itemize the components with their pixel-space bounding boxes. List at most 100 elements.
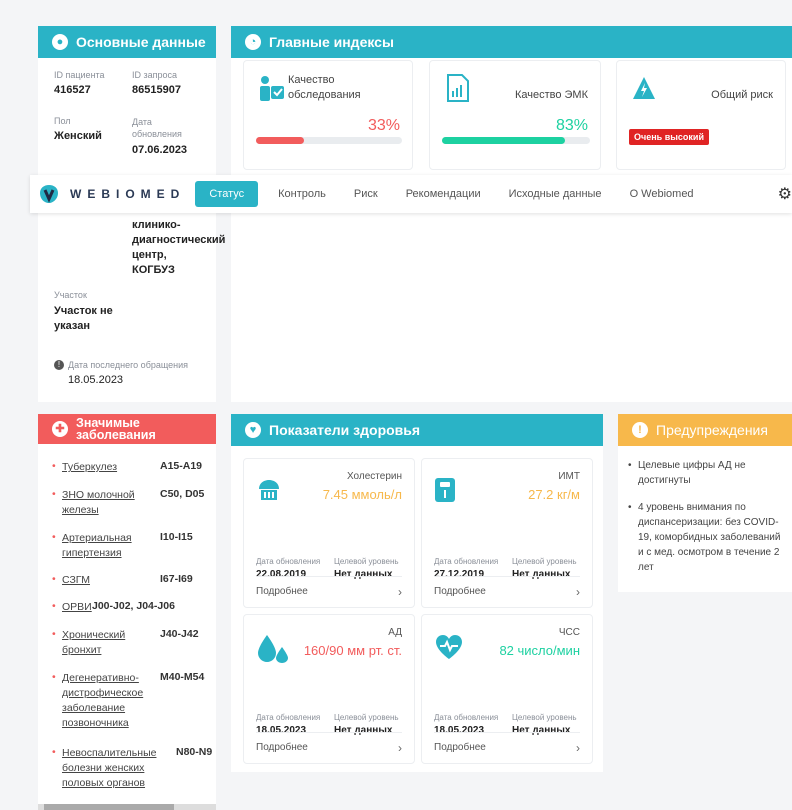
cupcake-icon	[259, 480, 279, 500]
more-link[interactable]: Подробнее	[256, 586, 308, 597]
heart-plus-icon: ✚	[52, 421, 68, 437]
last-visit-label: Дата последнего обращения	[68, 360, 189, 370]
disease-name[interactable]: СЗГМ	[62, 573, 162, 588]
sex-label: Пол	[54, 116, 71, 126]
blood-pressure-value: 160/90 мм рт. ст.	[303, 643, 402, 658]
user-icon: ●	[52, 34, 68, 50]
cholesterol-card[interactable]: Холестерин 7.45 ммоль/л Дата обновления …	[243, 458, 415, 608]
risk-badge: Очень высокий	[629, 129, 709, 145]
nav-source-data[interactable]: Исходные данные	[495, 181, 616, 207]
cholesterol-target: Нет данных	[334, 569, 393, 580]
bullet-icon: •	[52, 628, 56, 640]
divider	[256, 576, 402, 577]
quality-emk-progress-fill	[442, 137, 565, 144]
bullet-icon: •	[52, 488, 56, 500]
patient-id: 416527	[54, 84, 91, 96]
nav-about[interactable]: О Webiomed	[616, 181, 708, 207]
cholesterol-date: 22.08.2019	[256, 569, 307, 580]
blood-pressure-label: АД	[388, 627, 402, 638]
cholesterol-label: Холестерин	[347, 471, 402, 482]
disease-name[interactable]: Невоспалительные болезни женских половых…	[62, 746, 156, 791]
request-id: 86515907	[132, 84, 181, 96]
target-level-label: Целевой уровень	[512, 713, 577, 722]
divider	[434, 576, 580, 577]
risk-card[interactable]: Общий риск Очень высокий	[616, 60, 786, 170]
webiomed-logo-icon	[40, 185, 58, 203]
indices-title: Главные индексы	[269, 34, 394, 50]
blood-pressure-card[interactable]: АД 160/90 мм рт. ст. Дата обновления Цел…	[243, 614, 415, 764]
disease-name[interactable]: ЗНО молочной железы	[62, 488, 162, 518]
basic-data-title: Основные данные	[76, 34, 206, 50]
nav-control[interactable]: Контроль	[264, 181, 340, 207]
chevron-right-icon[interactable]: ›	[398, 741, 402, 755]
patient-id-label: ID пациента	[54, 70, 105, 80]
heart-rate-label: ЧСС	[558, 627, 580, 638]
update-label: Дата обновления	[132, 117, 182, 139]
bmi-target: Нет данных	[512, 569, 571, 580]
horizontal-scrollbar[interactable]	[38, 804, 216, 810]
bmi-label: ИМТ	[558, 471, 580, 482]
diseases-title: Значимые заболевания	[76, 416, 156, 442]
district-value: Участок не указан	[54, 305, 113, 332]
chevron-right-icon[interactable]: ›	[576, 585, 580, 599]
request-id-label: ID запроса	[132, 70, 178, 80]
disease-code: A15-A19	[160, 460, 203, 472]
chevron-right-icon[interactable]: ›	[576, 741, 580, 755]
blood-pressure-date: 18.05.2023	[256, 725, 307, 736]
chevron-right-icon[interactable]: ›	[398, 585, 402, 599]
warning-text: 4 уровень внимания по диспансеризации: б…	[638, 502, 781, 573]
quality-emk-card[interactable]: Качество ЭМК 83%	[429, 60, 601, 170]
heart-icon: ♥	[245, 422, 261, 438]
update-date-label: Дата обновления	[256, 713, 321, 722]
risk-label: Общий риск	[711, 89, 773, 101]
district-label: Участок	[54, 290, 87, 300]
warning-text: Целевые цифры АД не достигнуты	[638, 460, 746, 486]
disease-name[interactable]: Дегенеративно-дистрофическое заболевание…	[62, 671, 154, 731]
bullet-icon: •	[52, 746, 56, 758]
heart-rate-date: 18.05.2023	[434, 725, 485, 736]
nav-status[interactable]: Статус	[195, 181, 259, 207]
quality-exam-card[interactable]: Качество обследования 33%	[243, 60, 413, 170]
bmi-date: 27.12.2019	[434, 569, 485, 580]
gear-icon[interactable]: ⚙	[778, 184, 792, 204]
more-link[interactable]: Подробнее	[434, 586, 486, 597]
diseases-header: ✚ Значимые заболевания	[38, 414, 216, 444]
bullet-icon: •	[628, 502, 632, 513]
disease-name[interactable]: Хронический бронхит	[62, 628, 142, 658]
warnings-title: Предупреждения	[656, 422, 768, 438]
nav-recommendations[interactable]: Рекомендации	[392, 181, 495, 207]
more-link[interactable]: Подробнее	[256, 742, 308, 753]
heart-rate-card[interactable]: ЧСС 82 число/мин Дата обновления Целевой…	[421, 614, 593, 764]
bullet-icon: •	[628, 460, 632, 471]
blood-pressure-target: Нет данных	[334, 725, 393, 736]
bmi-value: 27.2 кг/м	[528, 487, 580, 502]
health-header: ♥ Показатели здоровья	[231, 414, 603, 446]
divider	[256, 732, 402, 733]
warning-item: • Целевые цифры АД не достигнуты	[628, 458, 788, 488]
organization-name: клинико-диагностический центр, КОГБУЗ	[132, 219, 226, 276]
nav-risk[interactable]: Риск	[340, 181, 392, 207]
bullet-icon: •	[52, 671, 56, 683]
doctor-check-icon	[260, 76, 284, 101]
disease-code: J00-J02, J04-J06	[92, 600, 175, 612]
cholesterol-value: 7.45 ммоль/л	[322, 487, 402, 502]
update-date-label: Дата обновления	[256, 557, 321, 566]
quality-exam-label: Качество обследования	[288, 74, 361, 101]
disease-name[interactable]: Артериальная гипертензия	[62, 531, 162, 561]
target-level-label: Целевой уровень	[512, 557, 577, 566]
heart-pulse-icon	[436, 635, 462, 659]
drops-icon	[258, 635, 288, 663]
disease-code: J40-J42	[160, 628, 199, 640]
indices-header: ◔ Главные индексы	[231, 26, 792, 58]
bmi-card[interactable]: ИМТ 27.2 кг/м Дата обновления Целевой ур…	[421, 458, 593, 608]
quality-exam-progress	[256, 137, 402, 144]
more-link[interactable]: Подробнее	[434, 742, 486, 753]
warning-item: • 4 уровень внимания по диспансеризации:…	[628, 500, 788, 575]
update-date-label: Дата обновления	[434, 557, 499, 566]
disease-code: M40-M54	[160, 671, 205, 683]
heart-rate-target: Нет данных	[512, 725, 571, 736]
scale-icon	[435, 478, 455, 502]
quality-exam-progress-fill	[256, 137, 305, 144]
disease-name[interactable]: Туберкулез	[62, 460, 162, 475]
alert-icon: !	[54, 360, 64, 370]
